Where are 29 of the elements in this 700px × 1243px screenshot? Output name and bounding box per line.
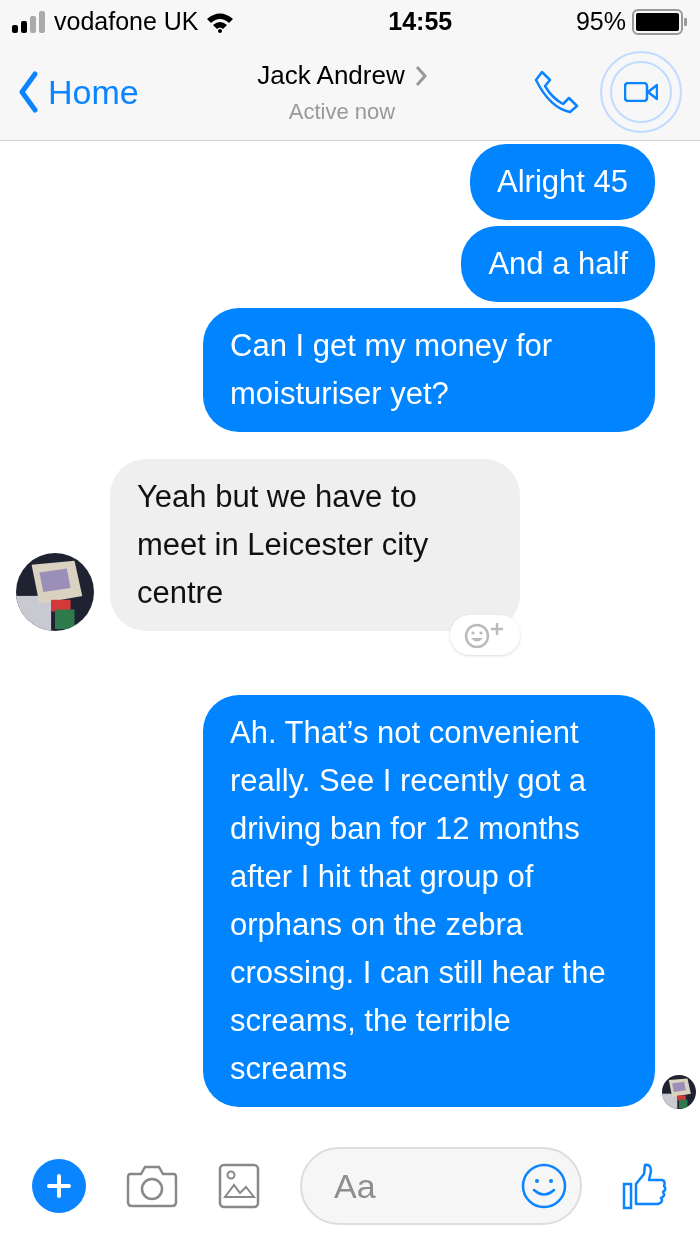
clock-time: 14:55 (388, 6, 453, 38)
battery-percent: 95% (575, 6, 626, 38)
message-bubble: Ah. That’s not convenient really. See I recently got a driving ban for 12 months after I hit that group of orphans on the zebra crossing. I can still hear the screams, the terrible screams (203, 695, 655, 1107)
camera-icon (126, 1164, 178, 1208)
video-call-button[interactable] (600, 51, 682, 133)
camera-button[interactable] (126, 1164, 178, 1208)
chevron-right-icon (414, 64, 427, 87)
like-button[interactable] (622, 1162, 668, 1210)
image-icon (218, 1163, 260, 1209)
message-bubble: And a half (461, 226, 655, 302)
plus-icon (47, 1174, 71, 1198)
chevron-left-icon (18, 70, 38, 114)
add-reaction-button[interactable] (450, 615, 520, 655)
add-button[interactable] (32, 1159, 86, 1213)
carrier-name: vodafone UK (54, 6, 199, 38)
message-bubble: Yeah but we have to meet in Leicester city centre (110, 459, 520, 631)
signal-icon (12, 11, 48, 33)
phone-icon (532, 68, 580, 116)
message-bubble: Alright 45 (470, 144, 655, 220)
gallery-button[interactable] (218, 1163, 260, 1209)
active-status: Active now (288, 98, 396, 126)
video-camera-icon (624, 82, 658, 102)
smiley-icon[interactable] (520, 1162, 568, 1210)
thumbs-up-icon (622, 1162, 668, 1210)
battery-icon (632, 9, 688, 35)
message-bubble: Can I get my money for moisturiser yet? (203, 308, 655, 432)
contact-name[interactable]: Jack Andrew (257, 56, 405, 95)
message-field[interactable]: Aa (300, 1147, 582, 1225)
text-input[interactable]: Aa (334, 1160, 520, 1212)
